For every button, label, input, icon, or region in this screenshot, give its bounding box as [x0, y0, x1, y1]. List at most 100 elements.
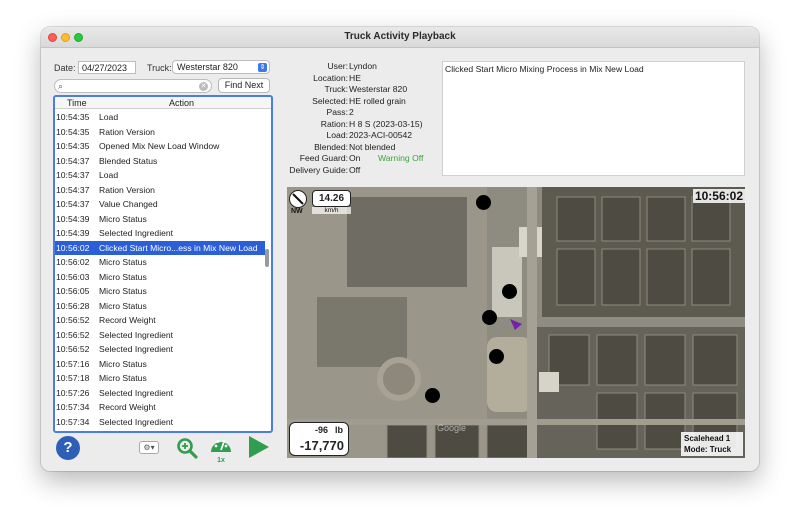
search-icon: ⌕ — [58, 81, 64, 91]
date-label: Date: — [54, 63, 76, 73]
location-value: HE — [349, 72, 361, 83]
truck-detail-label: Truck: — [324, 84, 348, 94]
table-row[interactable]: 10:56:02 Clicked Start Micro...ess in Mix… — [55, 240, 265, 255]
row-action: Micro Status — [99, 257, 147, 267]
table-row[interactable]: 10:56:52 Selected Ingredient — [55, 342, 265, 357]
details-labels: User: Location: Truck: Selected: Pass: R… — [278, 61, 348, 179]
row-action: Record Weight — [99, 402, 156, 412]
table-header: Time Action — [55, 97, 271, 109]
row-time: 10:57:26 — [56, 387, 90, 398]
settings-gear-icon[interactable]: ⚙▾ — [139, 441, 159, 454]
load-value: 2023-ACI-00542 — [349, 130, 413, 140]
table-row[interactable]: 10:54:37 Value Changed — [55, 197, 265, 212]
table-row[interactable]: 10:57:34 Record Weight — [55, 400, 265, 415]
row-time: 10:54:39 — [56, 213, 90, 224]
row-action: Ration Version — [99, 126, 155, 137]
row-time: 10:54:37 — [56, 155, 90, 166]
table-row[interactable]: 10:56:52 Record Weight — [55, 313, 265, 328]
row-action: Record Weight — [99, 315, 156, 325]
user-label: User: — [327, 61, 348, 71]
playback-clock: 10:56:02 — [692, 189, 745, 203]
table-row[interactable]: 10:54:35 Ration Version — [55, 125, 265, 140]
table-row[interactable]: 10:54:35 Opened Mix New Load Window — [55, 139, 265, 154]
title-bar: Truck Activity Playback — [41, 27, 759, 48]
row-time: 10:56:52 — [56, 344, 90, 354]
selected-label: Selected: — [312, 95, 348, 106]
table-row[interactable]: 10:56:52 Selected Ingredient — [55, 328, 265, 343]
table-row[interactable]: 10:56:03 Micro Status — [55, 270, 265, 285]
play-icon[interactable] — [248, 435, 270, 459]
speed-multiplier: 1x — [217, 457, 225, 464]
pass-label: Pass: — [326, 107, 349, 117]
speedometer-icon — [211, 440, 231, 452]
truck-select-value: Westerstar 820 — [177, 62, 238, 72]
speed-unit: km/h — [312, 207, 351, 214]
load-label: Load: — [326, 130, 348, 140]
row-time: 10:56:02 — [56, 242, 90, 253]
row-action: Opened Mix New Load Window — [99, 141, 220, 151]
search-input[interactable]: ⌕ ✕ — [54, 79, 212, 93]
row-time: 10:57:16 — [56, 358, 90, 369]
row-action: Clicked Start Micro...ess in Mix New Loa… — [99, 242, 258, 253]
table-row[interactable]: 10:57:16 Micro Status — [55, 357, 265, 372]
feed-guard-warning: Warning Off — [378, 153, 424, 163]
table-row[interactable]: 10:57:34 Selected Ingredient — [55, 415, 265, 430]
zoom-in-icon[interactable] — [176, 437, 198, 459]
row-time: 10:56:05 — [56, 286, 90, 296]
table-row[interactable]: 10:56:02 Micro Status — [55, 255, 265, 270]
trail-point — [425, 388, 440, 403]
table-row[interactable]: 10:54:37 Load — [55, 168, 265, 183]
playback-speed-control[interactable]: 1x — [208, 435, 234, 464]
truck-select[interactable]: Westerstar 820 ⇕ — [172, 60, 270, 74]
truck-detail-value: Westerstar 820 — [349, 84, 408, 94]
delivery-guide-value: Off — [349, 164, 361, 175]
row-time: 10:56:02 — [56, 257, 90, 267]
column-header-time[interactable]: Time — [67, 98, 87, 108]
ration-label: Ration: — [320, 118, 348, 129]
row-action: Micro Status — [99, 286, 147, 296]
table-row[interactable]: 10:57:18 Micro Status — [55, 371, 265, 386]
date-value: 04/27/2023 — [82, 63, 128, 73]
playback-window: Truck Activity Playback Date: 04/27/2023… — [41, 27, 759, 471]
weight-total: -17,770 — [299, 438, 344, 453]
satellite-map[interactable]: NW 14.26 km/h 10:56:02 -96 lb -17,770 Go… — [287, 187, 745, 458]
truck-label: Truck: — [147, 63, 172, 73]
location-label: Location: — [313, 72, 348, 83]
date-field[interactable]: 04/27/2023 — [78, 61, 136, 74]
table-row[interactable]: 10:57:26 Selected Ingredient — [55, 386, 265, 401]
truck-position-marker — [510, 319, 522, 330]
compass-icon — [289, 190, 307, 208]
selected-value: HE rolled grain — [349, 95, 406, 106]
row-time: 10:54:37 — [56, 199, 90, 209]
help-icon[interactable]: ? — [56, 436, 80, 460]
table-row[interactable]: 10:54:37 Ration Version — [55, 183, 265, 198]
trail-point — [476, 195, 491, 210]
table-scrollbar[interactable] — [265, 249, 269, 267]
row-time: 10:56:52 — [56, 315, 90, 325]
table-row[interactable]: 10:56:28 Micro Status — [55, 299, 265, 314]
scale-readout: -96 lb -17,770 — [289, 422, 349, 456]
scalehead-panel: Scalehead 1 Mode: Truck — [681, 432, 743, 456]
table-row[interactable]: 10:56:05 Micro Status — [55, 284, 265, 299]
table-row[interactable]: 10:54:39 Micro Status — [55, 212, 265, 227]
table-row[interactable]: 10:54:39 Selected Ingredient — [55, 226, 265, 241]
scale-mode: Mode: Truck — [684, 445, 732, 454]
row-action: Micro Status — [99, 358, 147, 369]
feed-guard-value: On — [349, 153, 361, 163]
row-time: 10:56:28 — [56, 300, 90, 311]
find-next-button[interactable]: Find Next — [218, 78, 270, 93]
clear-search-icon[interactable]: ✕ — [199, 82, 208, 91]
row-time: 10:57:18 — [56, 373, 90, 383]
table-row[interactable]: 10:54:37 Blended Status — [55, 154, 265, 169]
row-action: Load — [99, 112, 119, 122]
pass-value: 2 — [349, 107, 354, 117]
table-row[interactable]: 10:54:35 Load — [55, 110, 265, 125]
weight-delta: -96 — [314, 425, 328, 435]
trail-point — [502, 284, 517, 299]
activity-table[interactable]: Time Action 10:54:35 Load 10:54:35 Ration V… — [53, 95, 273, 433]
row-action: Micro Status — [99, 271, 147, 282]
event-message-box: Clicked Start Micro Mixing Process in Mi… — [442, 61, 745, 176]
row-time: 10:56:03 — [56, 271, 90, 282]
column-header-action[interactable]: Action — [169, 98, 194, 108]
row-time: 10:57:34 — [56, 402, 90, 412]
